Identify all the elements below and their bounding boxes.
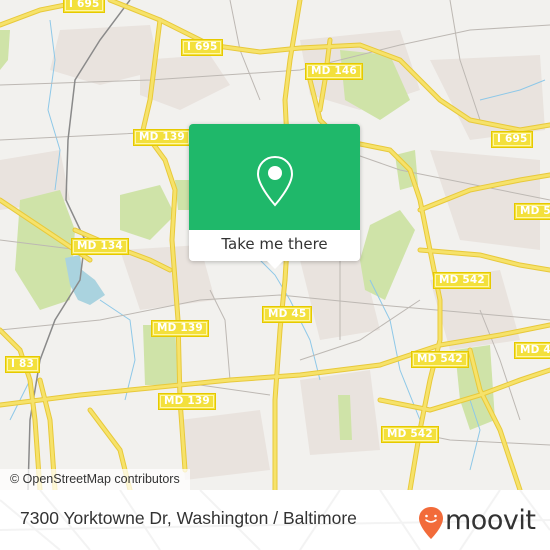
road-label-md146: MD 146 [305,63,363,80]
address-text: 7300 Yorktowne Dr, Washington / Baltimor… [20,508,357,528]
road-label-i83: I 83 [5,356,40,373]
road-label-md139: MD 139 [158,393,216,410]
map-attribution[interactable]: © OpenStreetMap contributors [0,469,190,490]
road-label-i695: I 695 [491,131,534,148]
popup-pointer [266,260,284,269]
road-label-md134: MD 134 [71,238,129,255]
take-me-there-button[interactable]: Take me there [189,230,360,261]
map-view[interactable]: I 695 I 695 MD 146 I 695 MD 139 MD 54 MD… [0,0,550,490]
location-popup: Take me there [189,124,360,269]
moovit-pin-icon [419,507,443,539]
road-label-md542: MD 542 [381,426,439,443]
map-pin-icon [256,155,294,207]
road-label-md45: MD 45 [262,306,313,323]
water-bodies [65,255,105,305]
road-label-md542: MD 542 [411,351,469,368]
road-label-md139: MD 139 [133,129,191,146]
road-label-i695: I 695 [63,0,106,13]
road-label-md41: MD 41 [514,342,550,359]
road-label-i695: I 695 [181,39,224,56]
road-label-md542: MD 542 [433,272,491,289]
road-label-md54: MD 54 [514,203,550,220]
popup-header [189,124,360,230]
road-label-md139: MD 139 [151,320,209,337]
moovit-wordmark: moovit [445,505,536,536]
